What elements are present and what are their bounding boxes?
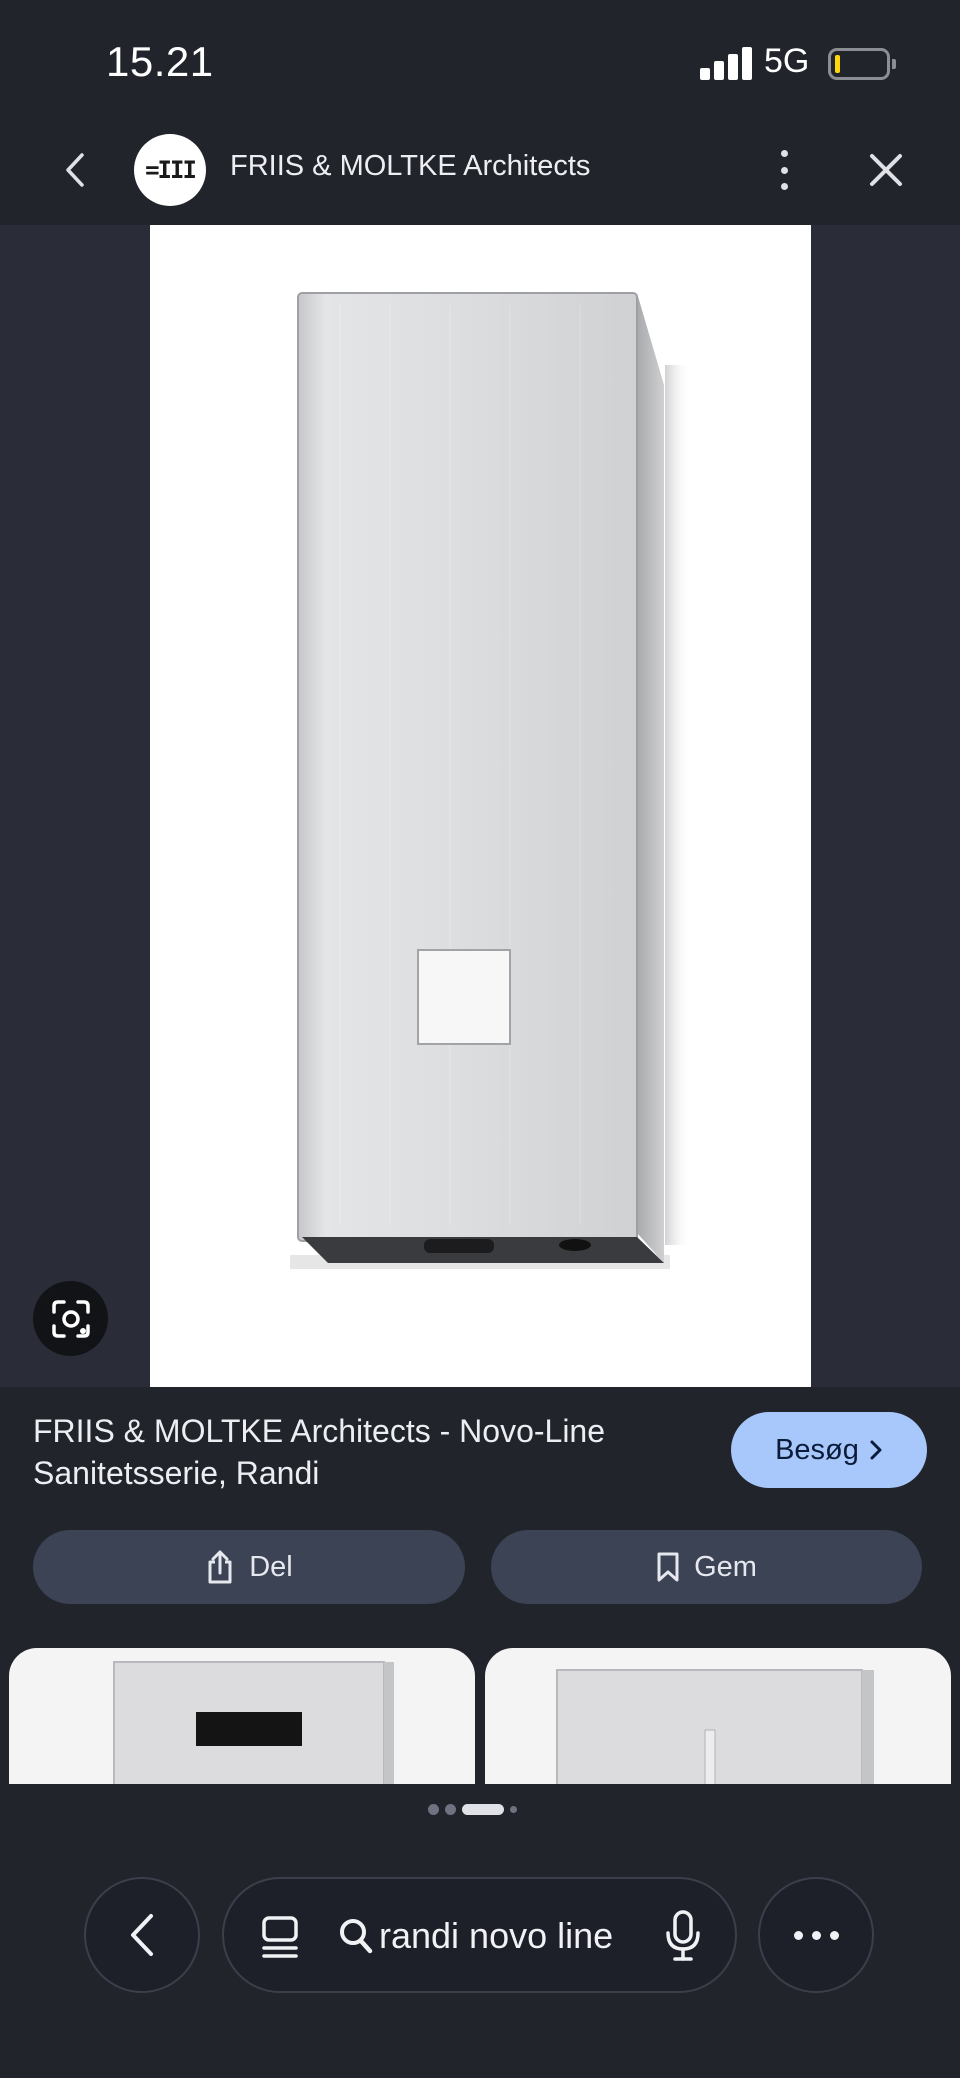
tabs-button[interactable] <box>260 1915 300 1964</box>
save-button[interactable]: Gem <box>491 1530 922 1604</box>
search-icon <box>338 1917 374 1960</box>
visit-label: Besøg <box>775 1433 859 1466</box>
lens-button[interactable] <box>33 1281 108 1356</box>
search-query[interactable]: randi novo line <box>379 1915 613 1957</box>
dispenser-illustration <box>290 292 691 1269</box>
voice-search-button[interactable] <box>664 1909 702 1968</box>
related-image <box>113 1661 394 1784</box>
more-options-button[interactable] <box>764 144 804 196</box>
related-image-card[interactable] <box>485 1648 951 1784</box>
site-title[interactable]: FRIIS & MOLTKE Architects <box>230 150 590 183</box>
status-time: 15.21 <box>106 38 214 85</box>
close-icon <box>870 154 902 186</box>
more-horiz-icon <box>793 1930 803 1940</box>
browser-menu-button[interactable] <box>758 1877 874 1993</box>
product-image[interactable] <box>150 225 811 1387</box>
screen: 15.21 5G =III FRIIS & MOLTKE Architects <box>0 0 960 2078</box>
image-viewer[interactable] <box>0 225 960 1387</box>
network-label: 5G <box>764 42 810 80</box>
tabs-icon <box>262 1916 298 1958</box>
result-title[interactable]: FRIIS & MOLTKE Architects - Novo-Line Sa… <box>33 1410 703 1494</box>
back-button[interactable] <box>50 145 100 195</box>
related-image <box>556 1669 874 1784</box>
visit-button[interactable]: Besøg <box>731 1412 927 1488</box>
close-button[interactable] <box>862 146 910 194</box>
share-button[interactable]: Del <box>33 1530 465 1604</box>
chevron-right-icon <box>870 1440 882 1460</box>
signal-icon <box>700 46 752 80</box>
site-logo[interactable]: =III <box>134 134 206 206</box>
share-label: Del <box>249 1550 293 1583</box>
lens-icon <box>51 1299 90 1338</box>
related-image-card[interactable] <box>9 1648 475 1784</box>
back-icon <box>131 1914 153 1956</box>
save-label: Gem <box>694 1550 757 1583</box>
page-indicator <box>428 1802 517 1816</box>
browser-back-button[interactable] <box>84 1877 200 1993</box>
search-bar[interactable]: randi novo line <box>222 1877 737 1993</box>
share-icon <box>208 1550 232 1584</box>
mic-icon <box>666 1910 700 1961</box>
more-vert-icon <box>780 150 788 157</box>
bookmark-icon <box>657 1552 679 1582</box>
battery-icon <box>828 48 896 80</box>
back-icon <box>66 153 84 187</box>
